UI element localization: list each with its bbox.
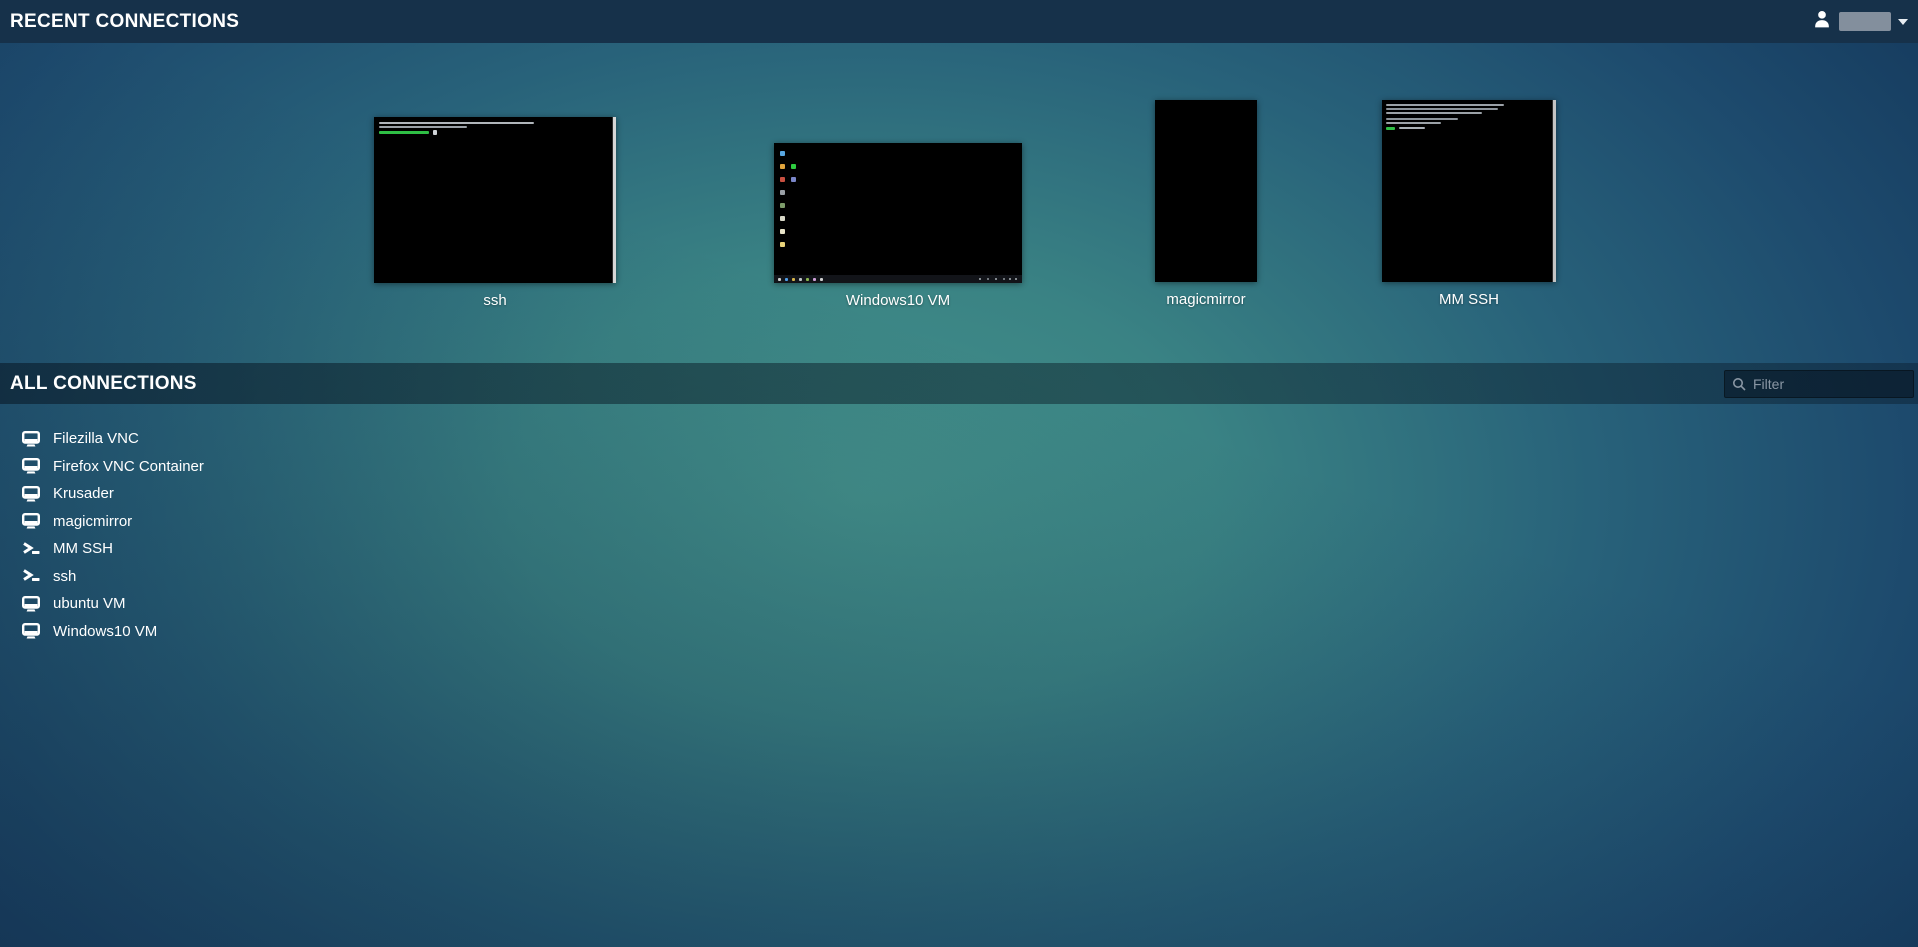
connection-name: Windows10 VM xyxy=(774,292,1022,309)
connection-thumbnail xyxy=(1155,100,1257,282)
page-title: RECENT CONNECTIONS xyxy=(10,11,239,33)
connection-item-mm-ssh[interactable]: MM SSH xyxy=(0,535,520,563)
connection-name: ssh xyxy=(374,292,616,309)
recent-connection-ssh[interactable]: ssh xyxy=(374,117,616,309)
username-redacted xyxy=(1839,12,1891,31)
connection-name: Filezilla VNC xyxy=(53,430,139,447)
recent-connection-mm-ssh[interactable]: MM SSH xyxy=(1382,100,1556,308)
connection-item-firefox-vnc-container[interactable]: Firefox VNC Container xyxy=(0,453,520,481)
recent-connection-magicmirror[interactable]: magicmirror xyxy=(1155,100,1257,308)
connection-name: MM SSH xyxy=(1382,291,1556,308)
section-title: ALL CONNECTIONS xyxy=(10,373,197,395)
user-menu-button[interactable] xyxy=(1812,9,1908,34)
terminal-icon xyxy=(22,541,41,557)
connection-list: Filezilla VNC Firefox VNC Container Krus… xyxy=(0,425,520,645)
user-icon xyxy=(1812,9,1832,34)
monitor-icon xyxy=(22,596,41,612)
monitor-icon xyxy=(22,513,41,529)
thumbnail-taskbar xyxy=(774,275,1022,283)
connection-item-windows10-vm[interactable]: Windows10 VM xyxy=(0,618,520,646)
connection-thumbnail xyxy=(374,117,616,283)
connection-item-ssh[interactable]: ssh xyxy=(0,563,520,591)
guacamole-home-screen: RECENT CONNECTIONS ssh xyxy=(0,0,1918,947)
monitor-icon xyxy=(22,486,41,502)
monitor-icon xyxy=(22,431,41,447)
connection-name: magicmirror xyxy=(1155,291,1257,308)
thumbnail-scrollbar xyxy=(1552,100,1556,282)
connection-item-filezilla-vnc[interactable]: Filezilla VNC xyxy=(0,425,520,453)
connection-thumbnail xyxy=(774,143,1022,283)
thumbnail-scrollbar xyxy=(612,117,616,283)
recent-connection-windows10-vm[interactable]: Windows10 VM xyxy=(774,143,1022,309)
filter-box xyxy=(1724,370,1914,398)
connection-item-ubuntu-vm[interactable]: ubuntu VM xyxy=(0,590,520,618)
connection-name: magicmirror xyxy=(53,513,132,530)
connection-name: ubuntu VM xyxy=(53,595,126,612)
connection-name: Windows10 VM xyxy=(53,623,157,640)
all-connections-bar: ALL CONNECTIONS xyxy=(0,363,1918,404)
monitor-icon xyxy=(22,458,41,474)
connection-name: ssh xyxy=(53,568,76,585)
monitor-icon xyxy=(22,623,41,639)
filter-input[interactable] xyxy=(1724,370,1914,398)
connection-name: Firefox VNC Container xyxy=(53,458,204,475)
connection-name: MM SSH xyxy=(53,540,113,557)
chevron-down-icon xyxy=(1898,19,1908,25)
connection-item-krusader[interactable]: Krusader xyxy=(0,480,520,508)
connection-name: Krusader xyxy=(53,485,114,502)
top-bar: RECENT CONNECTIONS xyxy=(0,0,1918,43)
connection-item-magicmirror[interactable]: magicmirror xyxy=(0,508,520,536)
connection-thumbnail xyxy=(1382,100,1556,282)
terminal-icon xyxy=(22,568,41,584)
